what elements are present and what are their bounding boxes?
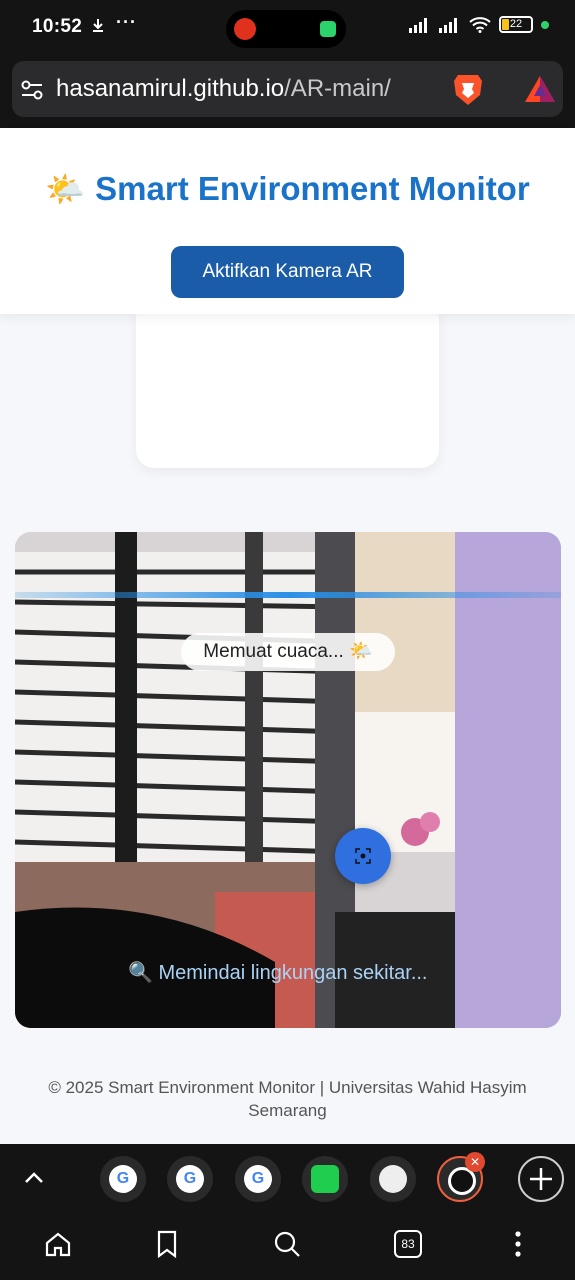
bat-triangle-icon[interactable]: [524, 75, 556, 108]
camera-feed-image: [15, 532, 561, 1028]
dynamic-island: [226, 10, 346, 48]
page-header: 🌤️ Smart Environment Monitor Aktifkan Kam…: [0, 128, 575, 314]
video-call-icon: [311, 1165, 339, 1193]
google-icon: G: [244, 1165, 272, 1193]
tab-strip: G G G ✕: [0, 1144, 575, 1212]
bottom-navigation: 83: [0, 1212, 575, 1280]
browser-toolbar: hasanamirul.github.io/AR-main/: [0, 56, 575, 128]
wifi-icon: [469, 17, 491, 33]
page-title-text: Smart Environment Monitor: [95, 170, 530, 207]
signal-icon-2: [439, 17, 457, 33]
signal-icon: [409, 17, 427, 33]
address-bar[interactable]: hasanamirul.github.io/AR-main/: [12, 61, 563, 117]
scan-status-text: 🔍 Memindai lingkungan sekitar...: [128, 962, 428, 984]
tab-count-button[interactable]: 83: [394, 1230, 422, 1258]
sun-cloud-icon: 🌤️: [45, 171, 86, 207]
battery-icon: 22: [499, 16, 533, 33]
page-title: 🌤️ Smart Environment Monitor: [0, 170, 575, 208]
ellipsis-icon: ···: [116, 12, 137, 32]
info-card: [136, 300, 439, 468]
scan-target-button[interactable]: [335, 828, 391, 884]
whatsapp-icon: [320, 21, 336, 37]
chevron-up-icon[interactable]: [22, 1166, 46, 1195]
tab-video-call[interactable]: [302, 1156, 348, 1202]
target-icon: [355, 848, 371, 864]
tab-google-3[interactable]: G: [235, 1156, 281, 1202]
tab-active-globe[interactable]: ✕: [437, 1152, 485, 1202]
download-icon: [90, 17, 106, 38]
bookmark-icon[interactable]: [155, 1230, 179, 1263]
new-tab-button[interactable]: [518, 1156, 564, 1202]
url-path: /AR-main/: [284, 75, 391, 102]
status-indicators: 22: [409, 16, 549, 33]
tab-bear-app[interactable]: [370, 1156, 416, 1202]
privacy-indicator: [541, 20, 549, 29]
home-icon[interactable]: [44, 1230, 72, 1263]
plus-icon: [530, 1168, 552, 1190]
brave-lion-icon[interactable]: [452, 73, 484, 112]
ar-camera-view[interactable]: Memuat cuaca... 🌤️ 🔍 Memindai lingkungan…: [15, 532, 561, 1028]
search-icon[interactable]: [273, 1230, 301, 1263]
tab-google-1[interactable]: G: [100, 1156, 146, 1202]
weather-status-badge: Memuat cuaca... 🌤️: [181, 633, 395, 671]
more-menu-icon[interactable]: [513, 1230, 523, 1263]
notification-app-icon: [234, 18, 256, 40]
bear-app-icon: [379, 1165, 407, 1193]
scan-line: [15, 592, 561, 598]
tune-icon[interactable]: [20, 79, 44, 106]
status-time: 10:52: [32, 16, 83, 37]
url-text[interactable]: hasanamirul.github.io/AR-main/: [56, 75, 391, 103]
tab-google-2[interactable]: G: [167, 1156, 213, 1202]
google-icon: G: [176, 1165, 204, 1193]
close-tab-button[interactable]: ✕: [465, 1152, 485, 1172]
status-bar: 10:52 ··· 22: [0, 0, 575, 56]
google-icon: G: [109, 1165, 137, 1193]
activate-ar-camera-button[interactable]: Aktifkan Kamera AR: [171, 246, 404, 298]
footer-text: © 2025 Smart Environment Monitor | Unive…: [48, 1078, 527, 1120]
url-domain: hasanamirul.github.io: [56, 75, 285, 102]
battery-level: 22: [509, 18, 523, 30]
